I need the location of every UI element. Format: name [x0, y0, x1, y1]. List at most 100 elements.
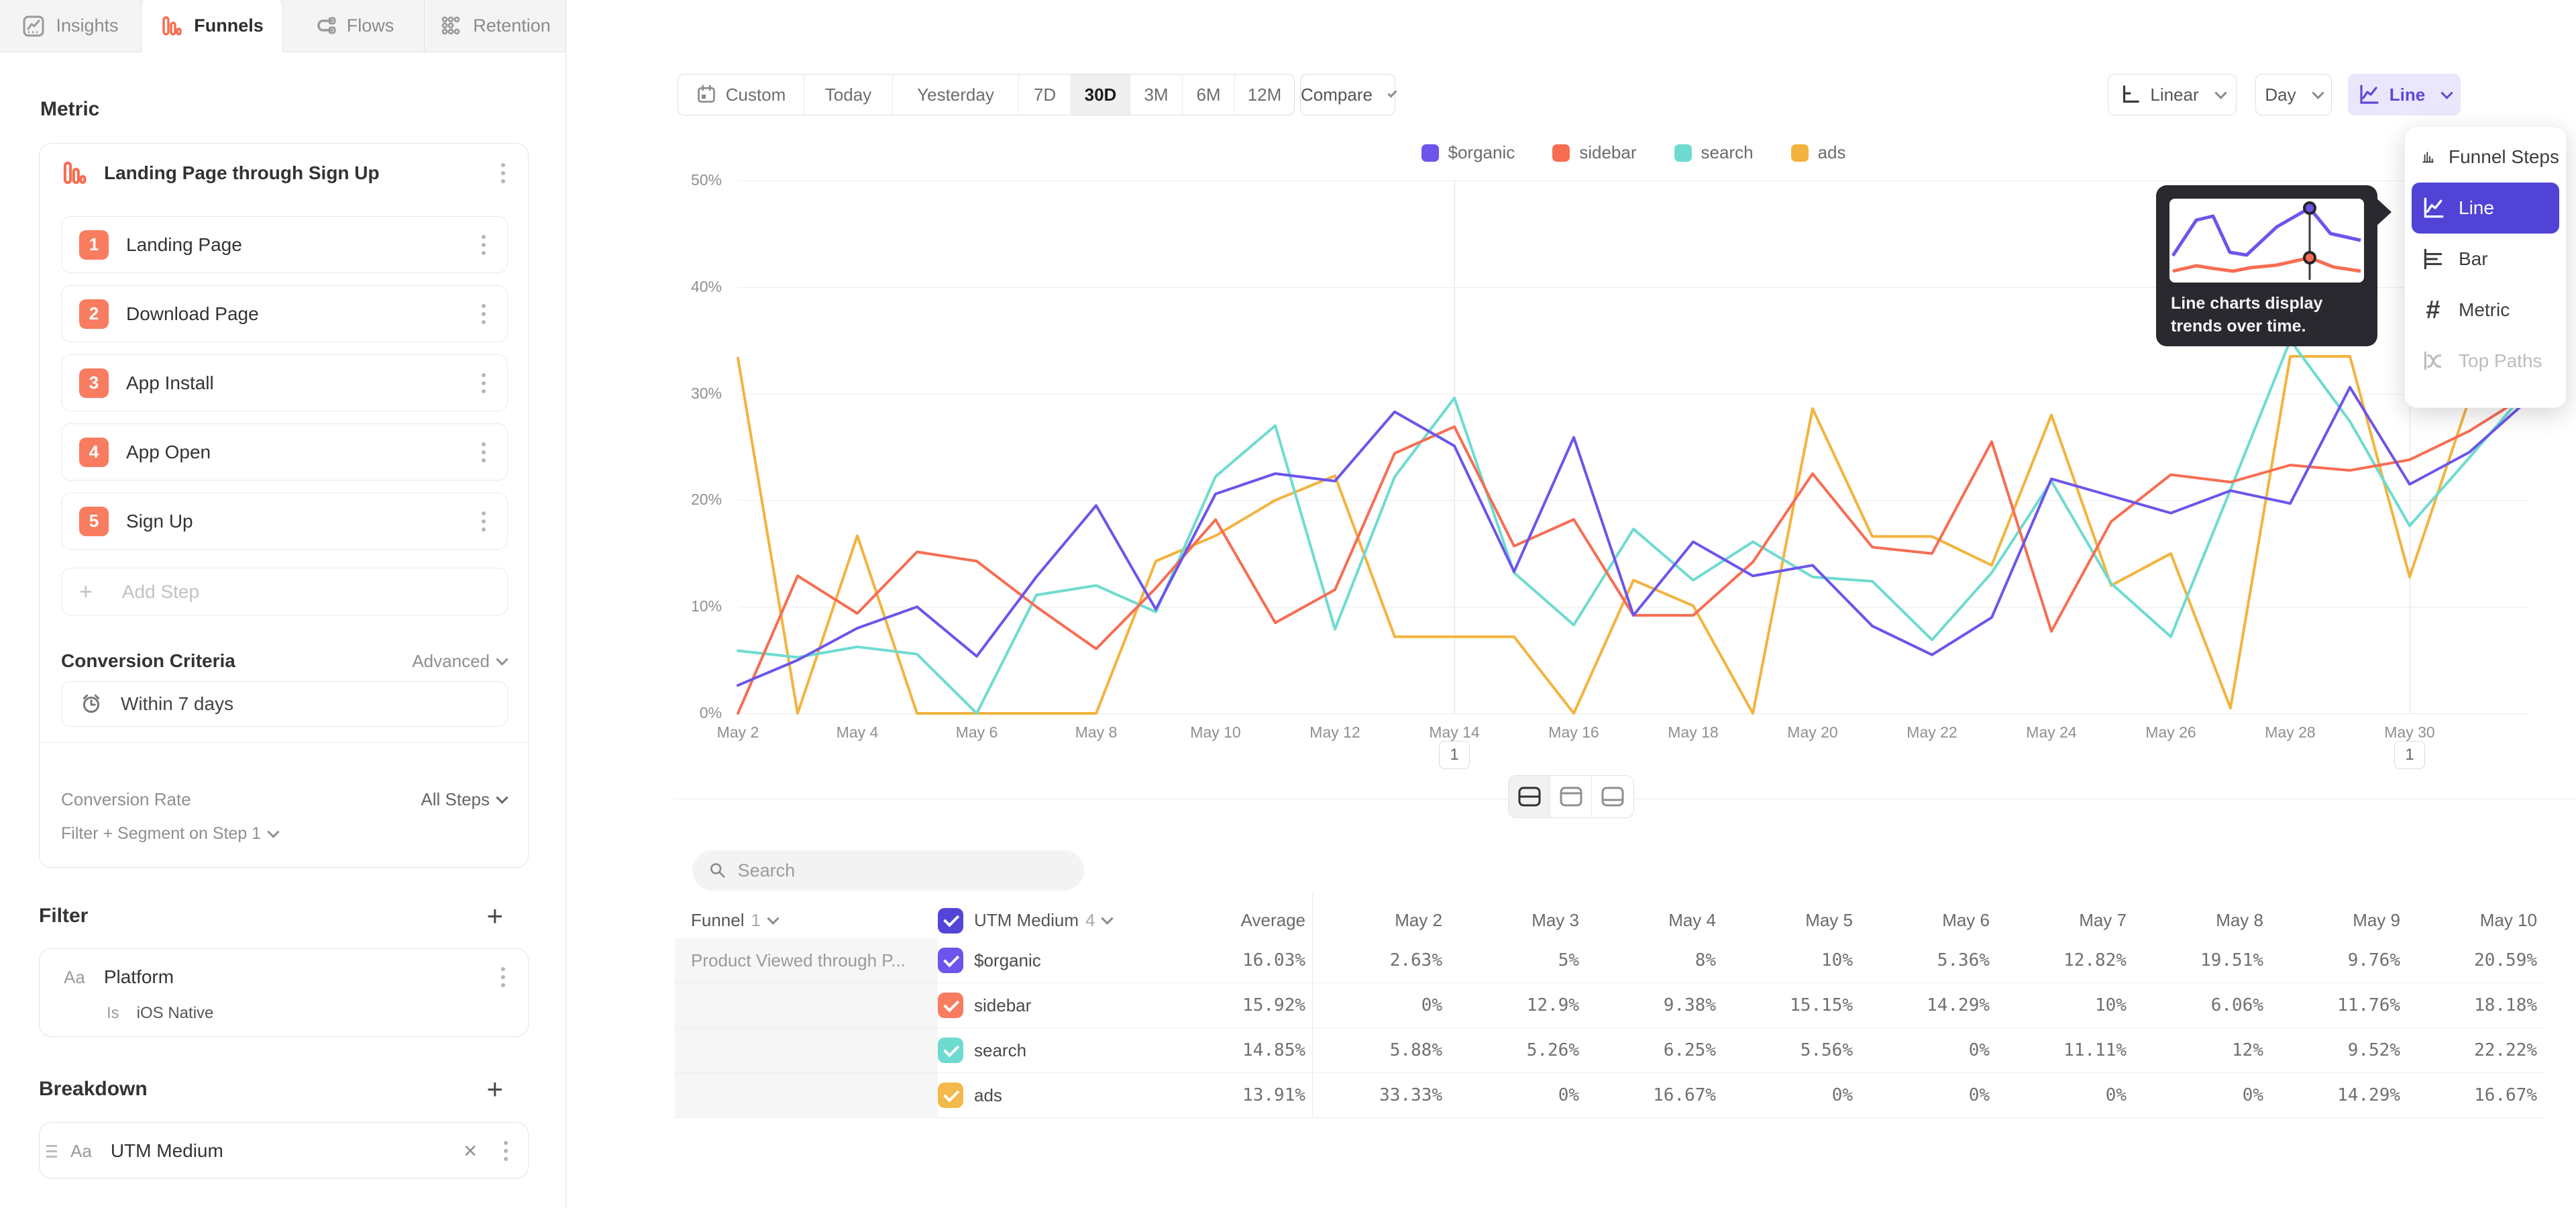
- chart-type-menu: Funnel Steps Line Bar # Metric Top Paths: [2404, 126, 2567, 408]
- value-cell: 5.56%: [1723, 1028, 1860, 1073]
- funnels-report-page: Insights Funnels Flows Retention Metric …: [0, 0, 2576, 1208]
- value-cell: 15.15%: [1723, 983, 1860, 1028]
- funnel-name-cell: [675, 1028, 938, 1073]
- value-cell: 5.26%: [1449, 1028, 1586, 1073]
- x-axis-tick: May 16: [1534, 723, 1614, 742]
- value-cell: 6.25%: [1586, 1028, 1723, 1073]
- menu-item-line[interactable]: Line: [2412, 183, 2559, 234]
- value-cell: 9.52%: [2270, 1028, 2407, 1073]
- segment-label: ads: [974, 1085, 1002, 1106]
- menu-item-top-paths[interactable]: Top Paths: [2412, 336, 2559, 387]
- legend-item-sidebar[interactable]: sidebar: [1552, 142, 1636, 163]
- legend-item-ads[interactable]: ads: [1791, 142, 1846, 163]
- y-axis-tick: 40%: [675, 278, 722, 296]
- value-cell: 12.82%: [1996, 938, 2133, 983]
- x-axis-tick: May 28: [2250, 723, 2330, 742]
- layout-chart-only-button[interactable]: [1550, 776, 1592, 817]
- x-axis-tick: May 6: [936, 723, 1017, 742]
- average-value: 14.85%: [1159, 1028, 1312, 1073]
- value-cell: 14.29%: [1860, 983, 1996, 1028]
- legend-item-$organic[interactable]: $organic: [1421, 142, 1515, 163]
- chevron-down-icon: [767, 912, 779, 924]
- row-checkbox[interactable]: [938, 948, 963, 973]
- x-axis-tick: May 26: [2131, 723, 2211, 742]
- value-cell: 20.59%: [2407, 938, 2544, 983]
- value-cell: 0%: [1860, 1073, 1996, 1118]
- layout-segmented-control: [1508, 775, 1634, 818]
- value-cell: 6.06%: [2133, 983, 2270, 1028]
- value-cell: 9.76%: [2270, 938, 2407, 983]
- legend-label: ads: [1818, 142, 1846, 163]
- value-cell: 0%: [1723, 1073, 1860, 1118]
- segment-cell-$organic[interactable]: $organic: [938, 938, 1159, 983]
- value-cell: 0%: [1449, 1073, 1586, 1118]
- menu-item-metric[interactable]: # Metric: [2412, 285, 2559, 336]
- x-axis-tick: May 10: [1175, 723, 1256, 742]
- x-axis-tick: May 14: [1414, 723, 1495, 742]
- value-cell: 10%: [1996, 983, 2133, 1028]
- x-axis-tick: May 4: [817, 723, 898, 742]
- x-axis-tick: May 22: [1892, 723, 1972, 742]
- row-checkbox[interactable]: [938, 993, 963, 1018]
- funnel-steps-icon: [2421, 145, 2435, 169]
- average-value: 13.91%: [1159, 1073, 1312, 1118]
- series-line-sidebar[interactable]: [738, 394, 2529, 713]
- tooltip-text: Line charts display trends over time.: [2171, 293, 2365, 338]
- search-input[interactable]: [738, 860, 1068, 881]
- x-axis-tick: May 30: [2369, 723, 2450, 742]
- x-axis-tick: May 2: [698, 723, 778, 742]
- segment-cell-ads[interactable]: ads: [938, 1073, 1159, 1118]
- results-table: Funnel1UTM Medium4AverageMay 2May 3May 4…: [675, 893, 2544, 1118]
- value-cell: 11.11%: [1996, 1028, 2133, 1073]
- segment-cell-search[interactable]: search: [938, 1028, 1159, 1073]
- x-axis-tick: May 24: [2011, 723, 2092, 742]
- value-cell: 16.67%: [2407, 1073, 2544, 1118]
- value-cell: 12%: [2133, 1028, 2270, 1073]
- layout-table-only-button[interactable]: [1592, 776, 1633, 817]
- legend-swatch: [1674, 144, 1692, 162]
- bar-chart-icon: [2421, 247, 2445, 271]
- top-paths-icon: [2421, 349, 2445, 373]
- segment-label: sidebar: [974, 995, 1031, 1016]
- value-cell: 10%: [1723, 938, 1860, 983]
- table-view-icon: [1601, 786, 1625, 807]
- row-checkbox[interactable]: [938, 908, 963, 934]
- value-cell: 18.18%: [2407, 983, 2544, 1028]
- y-axis-tick: 0%: [675, 704, 722, 722]
- value-cell: 16.67%: [1586, 1073, 1723, 1118]
- annotation-badge[interactable]: 1: [1439, 741, 1470, 769]
- segment-cell-sidebar[interactable]: sidebar: [938, 983, 1159, 1028]
- funnel-name-cell: [675, 983, 938, 1028]
- legend-label: $organic: [1448, 142, 1515, 163]
- chevron-down-icon: [1102, 912, 1114, 924]
- legend-swatch: [1791, 144, 1809, 162]
- row-checkbox[interactable]: [938, 1083, 963, 1108]
- legend-item-search[interactable]: search: [1674, 142, 1754, 163]
- value-cell: 5.36%: [1860, 938, 1996, 983]
- value-cell: 19.51%: [2133, 938, 2270, 983]
- search-icon: [708, 860, 727, 880]
- x-axis-tick: May 18: [1653, 723, 1733, 742]
- legend-label: search: [1701, 142, 1754, 163]
- y-axis-tick: 30%: [675, 385, 722, 403]
- row-checkbox[interactable]: [938, 1038, 963, 1063]
- value-cell: 0%: [1860, 1028, 1996, 1073]
- value-cell: 11.76%: [2270, 983, 2407, 1028]
- menu-item-funnel-steps[interactable]: Funnel Steps: [2412, 132, 2559, 183]
- tooltip-mini-chart: [2169, 199, 2364, 283]
- chart-view-icon: [1559, 786, 1583, 807]
- legend-swatch: [1552, 144, 1570, 162]
- value-cell: 12.9%: [1449, 983, 1586, 1028]
- value-cell: 2.63%: [1312, 938, 1449, 983]
- y-axis-tick: 10%: [675, 597, 722, 615]
- layout-split-button[interactable]: [1509, 776, 1550, 817]
- split-view-icon: [1517, 786, 1542, 807]
- annotation-badge[interactable]: 1: [2394, 741, 2425, 769]
- x-axis-tick: May 12: [1295, 723, 1375, 742]
- value-cell: 0%: [1996, 1073, 2133, 1118]
- menu-item-bar[interactable]: Bar: [2412, 234, 2559, 285]
- funnel-name-cell: [675, 1073, 938, 1118]
- table-search: [692, 850, 1084, 891]
- tooltip-arrow: [2375, 197, 2392, 227]
- y-axis-tick: 50%: [675, 171, 722, 189]
